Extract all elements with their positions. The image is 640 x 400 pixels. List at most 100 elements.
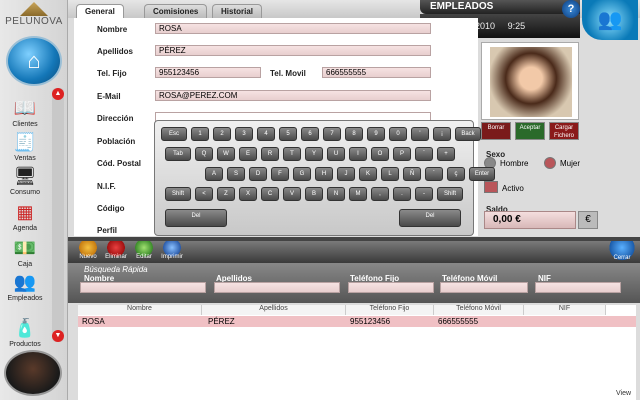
radio-mujer[interactable] bbox=[544, 157, 556, 169]
key-t[interactable]: T bbox=[283, 147, 301, 161]
key-m[interactable]: M bbox=[349, 187, 367, 201]
key-r[interactable]: R bbox=[261, 147, 279, 161]
key-q[interactable]: Q bbox=[195, 147, 213, 161]
print-button[interactable]: Imprimir bbox=[160, 241, 184, 263]
key-z[interactable]: Z bbox=[217, 187, 235, 201]
key-esc[interactable]: Esc bbox=[161, 127, 187, 141]
key-<[interactable]: < bbox=[195, 187, 213, 201]
tel-movil-field[interactable]: 666555555 bbox=[322, 67, 431, 78]
edit-button[interactable]: Editar bbox=[132, 241, 156, 263]
label-codigo: Código bbox=[97, 204, 125, 213]
key-¡[interactable]: ¡ bbox=[433, 127, 451, 141]
key-h[interactable]: H bbox=[315, 167, 333, 181]
key-v[interactable]: V bbox=[283, 187, 301, 201]
key-u[interactable]: U bbox=[327, 147, 345, 161]
key-tab[interactable]: Tab bbox=[165, 147, 191, 161]
key-enter[interactable]: Enter bbox=[469, 167, 495, 181]
key-3[interactable]: 3 bbox=[235, 127, 253, 141]
key-k[interactable]: K bbox=[359, 167, 377, 181]
key-0[interactable]: 0 bbox=[389, 127, 407, 141]
column-header-tel-fijo[interactable]: Teléfono Fijo bbox=[346, 305, 434, 315]
key-shift[interactable]: Shift bbox=[437, 187, 463, 201]
key-n[interactable]: N bbox=[327, 187, 345, 201]
delete-photo-button[interactable]: Borrar bbox=[481, 122, 511, 140]
tel-fijo-field[interactable]: 955123456 bbox=[155, 67, 261, 78]
nav-item-empleados[interactable]: 👥 Empleados bbox=[2, 270, 48, 310]
activo-checkbox[interactable] bbox=[484, 181, 498, 193]
key-.[interactable]: . bbox=[393, 187, 411, 201]
avatar[interactable] bbox=[4, 350, 62, 396]
column-header-nombre[interactable]: Nombre bbox=[78, 305, 202, 315]
key-back[interactable]: Back bbox=[455, 127, 481, 141]
new-button[interactable]: Nuevo bbox=[76, 241, 100, 263]
label-hombre: Hombre bbox=[500, 159, 529, 168]
key-g[interactable]: G bbox=[293, 167, 311, 181]
close-button[interactable]: Cerrar bbox=[608, 241, 636, 263]
key-del[interactable]: Del bbox=[399, 209, 461, 227]
key-ç[interactable]: ç bbox=[447, 167, 465, 181]
key-del[interactable]: Del bbox=[165, 209, 227, 227]
key-e[interactable]: E bbox=[239, 147, 257, 161]
key-a[interactable]: A bbox=[205, 167, 223, 181]
key-w[interactable]: W bbox=[217, 147, 235, 161]
key-6[interactable]: 6 bbox=[301, 127, 319, 141]
key-p[interactable]: P bbox=[393, 147, 411, 161]
key-9[interactable]: 9 bbox=[367, 127, 385, 141]
key-b[interactable]: B bbox=[305, 187, 323, 201]
search-nombre-input[interactable] bbox=[80, 282, 206, 293]
key-'[interactable]: ' bbox=[411, 127, 429, 141]
key-x[interactable]: X bbox=[239, 187, 257, 201]
delete-button[interactable]: Eliminar bbox=[104, 241, 128, 263]
key-+[interactable]: + bbox=[437, 147, 455, 161]
key-f[interactable]: F bbox=[271, 167, 289, 181]
key-s[interactable]: S bbox=[227, 167, 245, 181]
tab-historial[interactable]: Historial bbox=[212, 4, 263, 18]
money-icon[interactable]: € bbox=[578, 211, 598, 229]
column-header-nif[interactable]: NIF bbox=[524, 305, 606, 315]
column-header-apellidos[interactable]: Apellidos bbox=[202, 305, 346, 315]
nav-item-consumo[interactable]: 🖥 Consumo bbox=[2, 164, 48, 204]
key-shift[interactable]: Shift bbox=[165, 187, 191, 201]
apellidos-field[interactable]: PÉREZ bbox=[155, 45, 431, 56]
email-field[interactable]: ROSA@PEREZ.COM bbox=[155, 90, 431, 101]
search-tel-movil-input[interactable] bbox=[440, 282, 528, 293]
section-title: EMPLEADOS bbox=[420, 0, 580, 14]
key-o[interactable]: O bbox=[371, 147, 389, 161]
key-c[interactable]: C bbox=[261, 187, 279, 201]
accept-photo-button[interactable]: Aceptar bbox=[515, 122, 545, 140]
key-j[interactable]: J bbox=[337, 167, 355, 181]
key-i[interactable]: I bbox=[349, 147, 367, 161]
column-header-tel-movil[interactable]: Teléfono Móvil bbox=[434, 305, 524, 315]
key-y[interactable]: Y bbox=[305, 147, 323, 161]
table-row[interactable]: ROSA PÉREZ 955123456 666555555 bbox=[78, 316, 636, 327]
key-`[interactable]: ` bbox=[415, 147, 433, 161]
scroll-down-button[interactable]: ▼ bbox=[52, 330, 64, 342]
key-2[interactable]: 2 bbox=[213, 127, 231, 141]
tab-general[interactable]: General bbox=[76, 4, 124, 18]
key-8[interactable]: 8 bbox=[345, 127, 363, 141]
key-,[interactable]: , bbox=[371, 187, 389, 201]
search-tel-fijo-input[interactable] bbox=[348, 282, 434, 293]
help-button[interactable]: ? bbox=[562, 0, 580, 18]
tab-comisiones[interactable]: Comisiones bbox=[144, 4, 208, 18]
scroll-up-button[interactable]: ▲ bbox=[52, 88, 64, 100]
key-´[interactable]: ´ bbox=[425, 167, 443, 181]
home-button[interactable]: ⌂ bbox=[6, 36, 62, 86]
sidebar-scrollbar[interactable] bbox=[52, 88, 64, 342]
search-nif-input[interactable] bbox=[535, 282, 621, 293]
key-ñ[interactable]: Ñ bbox=[403, 167, 421, 181]
key-7[interactable]: 7 bbox=[323, 127, 341, 141]
nav-item-productos[interactable]: 🧴 Productos bbox=[2, 316, 48, 348]
key-d[interactable]: D bbox=[249, 167, 267, 181]
search-apellidos-input[interactable] bbox=[214, 282, 340, 293]
key-5[interactable]: 5 bbox=[279, 127, 297, 141]
key--[interactable]: - bbox=[415, 187, 433, 201]
key-l[interactable]: L bbox=[381, 167, 399, 181]
label-tel-movil: Tel. Movil bbox=[270, 69, 306, 78]
load-file-button[interactable]: Cargar Fichero bbox=[549, 122, 579, 140]
nav-item-agenda[interactable]: ▦ Agenda bbox=[2, 200, 48, 240]
key-1[interactable]: 1 bbox=[191, 127, 209, 141]
key-4[interactable]: 4 bbox=[257, 127, 275, 141]
label-nombre: Nombre bbox=[97, 25, 128, 34]
nombre-field[interactable]: ROSA bbox=[155, 23, 431, 34]
